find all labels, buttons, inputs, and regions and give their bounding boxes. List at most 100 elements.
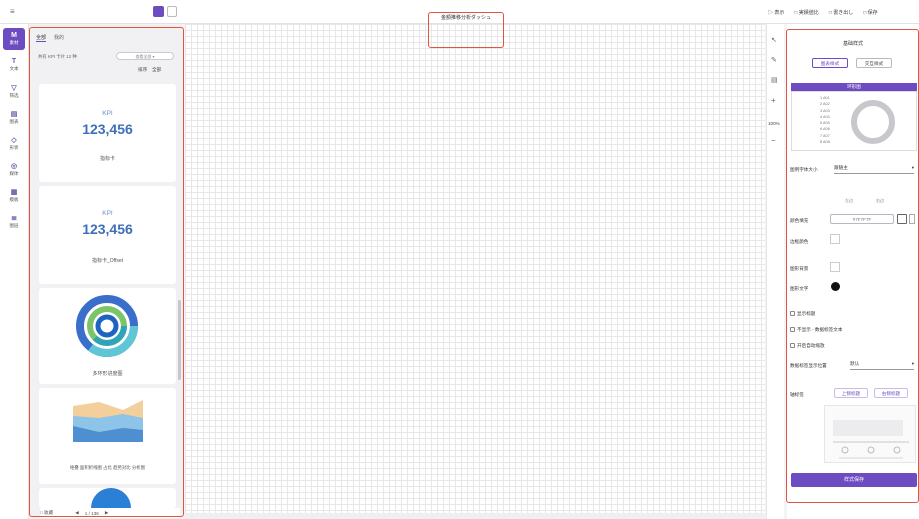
rail-item-template[interactable]: ▦ 模板: [3, 184, 25, 206]
minus-icon[interactable]: −: [771, 136, 776, 145]
kpi-label: KPI: [102, 110, 113, 117]
page-indicator: 1 / 136: [84, 510, 99, 516]
layout-icon[interactable]: [167, 6, 177, 17]
compare-button[interactable]: □ 実績値比: [794, 9, 818, 16]
checkbox-auto-scale[interactable]: 开启自动缩放: [790, 343, 825, 349]
border-color-label: 边框颜色: [790, 239, 809, 244]
media-icon: ◎: [10, 162, 18, 170]
view-all-button[interactable]: 查看全部 ▾: [116, 52, 174, 60]
color-picker-icon[interactable]: [909, 214, 915, 224]
save-button[interactable]: □ 保存: [863, 9, 877, 16]
canvas-tools: ↖ ✎ ▤ + 100% −: [766, 24, 784, 519]
label-position-value: 默认: [850, 361, 860, 366]
color-fill-input[interactable]: #7F7F7F: [830, 214, 894, 224]
legend-list: 1 A01 2 A02 3 A03 4 A04 5 A05 6 A06 7 A0…: [820, 95, 830, 145]
partial-chart-thumbnail: [91, 488, 131, 508]
axis-top-button[interactable]: 上侧标题: [834, 388, 868, 398]
donut-preview-icon: [851, 100, 895, 144]
ring-chart-thumbnail: [76, 295, 138, 357]
grid-icon[interactable]: ▤: [771, 76, 778, 84]
legend-font-label: 图例字体大小: [790, 167, 818, 172]
text-color-swatch[interactable]: [831, 282, 840, 291]
legend-item: 2 A02: [820, 102, 830, 107]
plus-icon[interactable]: +: [771, 96, 776, 105]
export-button[interactable]: □ 書き出し: [829, 9, 853, 16]
chevron-down-icon: ▾: [911, 165, 914, 170]
canvas-horizontal-scrollbar[interactable]: [185, 513, 765, 519]
filter-icon: ▽: [11, 84, 17, 92]
bg-color-swatch[interactable]: [830, 262, 840, 272]
label-position-select[interactable]: 默认 ▾: [850, 361, 914, 370]
panel-title: 基础样式: [842, 41, 863, 47]
tab-chart-style[interactable]: 图表样式: [812, 58, 848, 68]
area-chart-card[interactable]: 堆叠 面积折线图 占比 趋势对比 分析图: [39, 388, 176, 484]
legend-item: 6 A06: [820, 127, 830, 132]
rail-item-media[interactable]: ◎ 媒体: [3, 158, 25, 180]
color-swatch[interactable]: [897, 214, 907, 224]
panel-toggle-icon[interactable]: [153, 6, 164, 17]
template-icon: ▦: [10, 188, 18, 196]
zoom-level: 100%: [768, 121, 780, 126]
checkbox-title[interactable]: 显示标题: [790, 311, 815, 317]
card-title: 指标卡: [99, 156, 115, 162]
tab-mine[interactable]: 我的: [54, 34, 64, 42]
area-chart-thumbnail: [73, 400, 143, 442]
kpi-card-1[interactable]: KPI 123,456 指标卡: [39, 84, 176, 182]
panel-scrollbar[interactable]: [178, 300, 181, 380]
top-bar: ≡ 金額推移分析ダッシュ 保存状態を確認済み ▷ 表示 □ 実績値比 □ 書き出…: [0, 0, 919, 48]
tab-interaction-style[interactable]: 交互样式: [856, 58, 892, 68]
axis-right-button[interactable]: 右侧标题: [874, 388, 908, 398]
checkbox[interactable]: [790, 311, 795, 317]
pen-icon[interactable]: ✎: [771, 56, 777, 64]
favorite-toggle[interactable]: □ 收藏: [40, 510, 53, 516]
chart-icon: ▤: [10, 110, 18, 118]
title-highlight-box: [428, 12, 504, 48]
panel-footer: □ 收藏 ◀ 1 / 136 ▶: [40, 508, 180, 518]
cursor-icon[interactable]: ↖: [771, 36, 777, 44]
checkbox[interactable]: [790, 327, 795, 333]
axis-preview: [824, 405, 916, 463]
rail-item-shape[interactable]: ◇ 形状: [3, 132, 25, 154]
kpi-label: KPI: [102, 210, 113, 217]
legend-header: 环形图: [791, 83, 917, 91]
partial-card[interactable]: [39, 488, 176, 508]
next-page-button[interactable]: ▶: [105, 510, 109, 516]
checkbox[interactable]: [790, 343, 795, 349]
kpi-card-2[interactable]: KPI 123,456 指标卡_Offset: [39, 186, 176, 284]
grid-icon: M: [11, 32, 17, 39]
panel-tabs: 全部 我的: [36, 34, 64, 42]
kpi-value: 123,456: [82, 121, 133, 137]
rail-item-materials[interactable]: M 素材: [3, 28, 25, 50]
rail-item-filter[interactable]: ▽ 筛选: [3, 80, 25, 102]
menu-icon[interactable]: ≡: [10, 7, 15, 16]
preview-button[interactable]: ▷ 表示: [768, 9, 784, 16]
legend-preview: 1 A01 2 A02 3 A03 4 A04 5 A05 6 A06 7 A0…: [791, 91, 917, 151]
legend-item: 8 A08: [820, 140, 830, 145]
rail-item-layers[interactable]: ≣ 图层: [3, 210, 25, 232]
chevron-down-icon: ▾: [911, 361, 914, 366]
tab-all[interactable]: 全部: [36, 34, 47, 42]
layers-icon: ≣: [11, 214, 17, 222]
sort-label: 排序: [138, 67, 148, 72]
shape-icon: ◇: [11, 136, 17, 144]
border-color-swatch[interactable]: [830, 234, 840, 244]
bg-label: 图形背景: [790, 266, 809, 271]
axis-preview-graphic: [833, 420, 909, 459]
text-icon: T: [11, 58, 17, 65]
color-fill-label: 颜色填充: [790, 218, 809, 223]
mini-label-left: 左边: [845, 198, 853, 203]
mini-label-right: 右边: [876, 198, 884, 203]
prev-page-button[interactable]: ◀: [75, 510, 79, 516]
sort-select[interactable]: 全部: [152, 67, 161, 73]
ring-chart-card[interactable]: 多环形进度图: [39, 288, 176, 384]
text-color-label: 图形文字: [790, 286, 809, 291]
top-actions: ▷ 表示 □ 実績値比 □ 書き出し □ 保存: [768, 9, 878, 16]
checkbox-data-label[interactable]: 不显示 - 数据标签文本: [790, 327, 842, 333]
label-position-label: 数据标签显示位置: [790, 363, 827, 368]
rail-item-chart[interactable]: ▤ 图表: [3, 106, 25, 128]
rail-item-text[interactable]: T 文本: [3, 54, 25, 76]
legend-item: 3 A03: [820, 108, 830, 113]
apply-style-button[interactable]: 样式保存: [791, 473, 917, 487]
design-canvas[interactable]: [185, 24, 765, 514]
legend-font-select[interactable]: 跟随主 ▾: [834, 165, 914, 174]
